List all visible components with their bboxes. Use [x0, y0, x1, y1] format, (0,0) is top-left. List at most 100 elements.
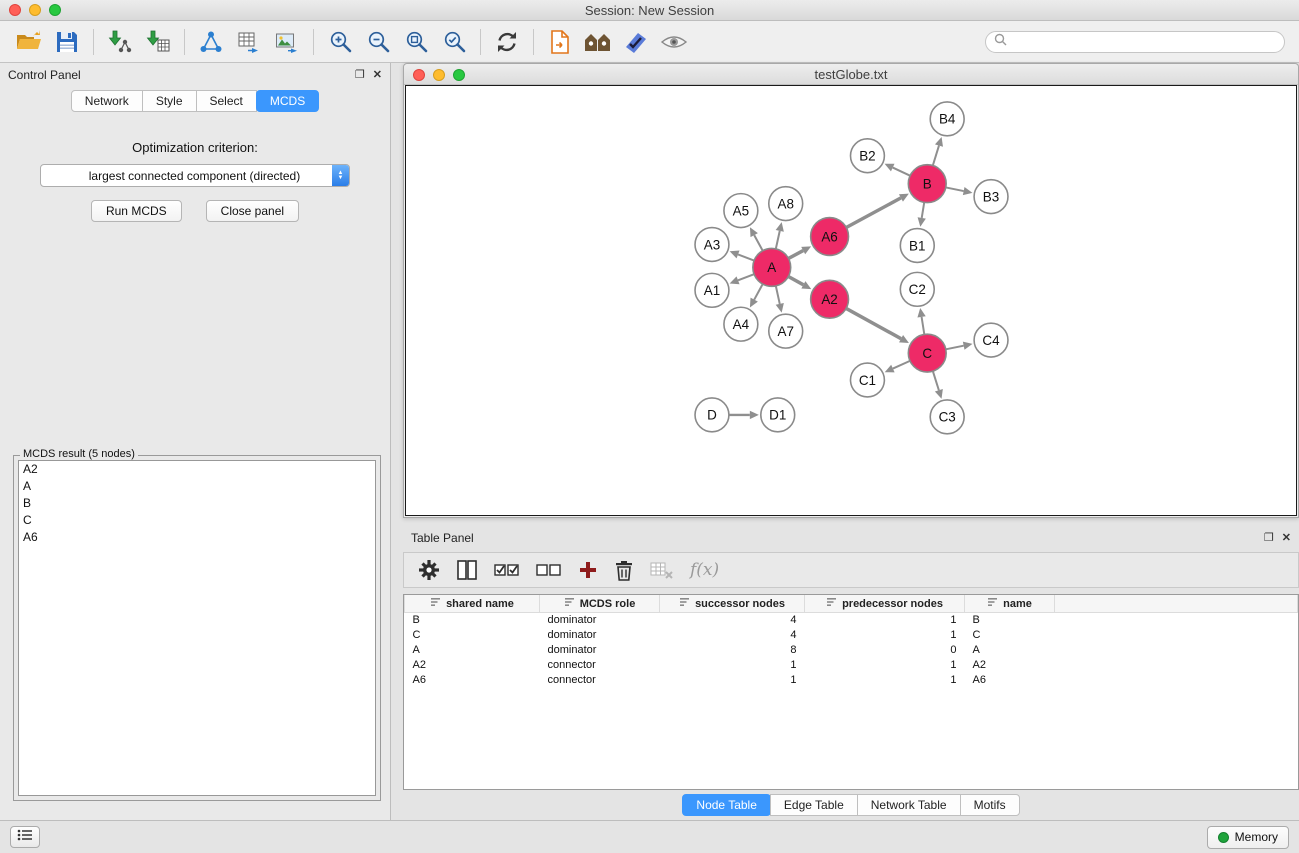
mcds-result-list[interactable]: A2ABCA6 — [18, 460, 376, 796]
node-C[interactable]: C — [908, 335, 946, 373]
node-D[interactable]: D — [695, 398, 729, 432]
import-network-icon[interactable] — [101, 25, 139, 59]
column-header-predecessor-nodes[interactable]: predecessor nodes — [805, 595, 965, 613]
table-header-row[interactable]: shared nameMCDS rolesuccessor nodesprede… — [405, 595, 1298, 613]
network-minimize-button[interactable] — [433, 69, 445, 81]
node-table-container[interactable]: shared nameMCDS rolesuccessor nodesprede… — [403, 594, 1299, 790]
table-row[interactable]: Cdominator41C — [405, 628, 1298, 643]
network-canvas[interactable]: B4B2BB3A5A8A6A3B1AA1C2A2A4A7C4CC1C3DD1 — [405, 85, 1297, 516]
zoom-selected-icon[interactable] — [435, 25, 473, 59]
column-header-successor-nodes[interactable]: successor nodes — [660, 595, 805, 613]
result-list-item[interactable]: A — [19, 478, 375, 495]
edge-B-B1[interactable] — [922, 203, 925, 219]
tab-motifs[interactable]: Motifs — [960, 794, 1020, 816]
node-B2[interactable]: B2 — [851, 139, 885, 173]
gear-icon[interactable] — [418, 559, 440, 581]
tab-select[interactable]: Select — [196, 90, 257, 112]
table-row[interactable]: A6connector11A6 — [405, 673, 1298, 688]
edge-A-A8[interactable] — [776, 231, 780, 249]
close-panel-icon[interactable]: ✕ — [373, 70, 382, 81]
node-C1[interactable]: C1 — [851, 364, 885, 398]
edge-B-B3[interactable] — [946, 188, 964, 192]
export-document-icon[interactable] — [541, 25, 579, 59]
tab-style[interactable]: Style — [142, 90, 197, 112]
home-pair-icon[interactable] — [579, 25, 617, 59]
node-B3[interactable]: B3 — [974, 180, 1008, 214]
result-list-item[interactable]: A6 — [19, 529, 375, 546]
node-A2[interactable]: A2 — [811, 281, 849, 319]
zoom-out-icon[interactable] — [359, 25, 397, 59]
close-window-button[interactable] — [9, 4, 21, 16]
export-image-icon[interactable] — [268, 25, 306, 59]
maximize-window-button[interactable] — [49, 4, 61, 16]
edge-C-C1[interactable] — [893, 361, 910, 369]
memory-button[interactable]: Memory — [1207, 826, 1289, 849]
node-B4[interactable]: B4 — [930, 102, 964, 136]
edge-A6-B[interactable] — [846, 198, 901, 228]
deselect-all-icon[interactable] — [536, 561, 562, 579]
node-A3[interactable]: A3 — [695, 228, 729, 262]
node-C3[interactable]: C3 — [930, 400, 964, 434]
close-table-panel-icon[interactable]: ✕ — [1282, 533, 1291, 544]
select-all-icon[interactable] — [494, 561, 520, 579]
edge-A-A7[interactable] — [776, 286, 780, 304]
edge-A-A2[interactable] — [788, 277, 803, 285]
node-A[interactable]: A — [753, 249, 791, 287]
network-maximize-button[interactable] — [453, 69, 465, 81]
node-A1[interactable]: A1 — [695, 274, 729, 308]
node-B1[interactable]: B1 — [900, 229, 934, 263]
node-A6[interactable]: A6 — [811, 218, 849, 256]
zoom-in-icon[interactable] — [321, 25, 359, 59]
add-icon[interactable] — [578, 560, 598, 580]
network-close-button[interactable] — [413, 69, 425, 81]
column-header-name[interactable]: name — [965, 595, 1055, 613]
edge-B-B2[interactable] — [893, 168, 910, 176]
node-A7[interactable]: A7 — [769, 315, 803, 349]
column-header-MCDS-role[interactable]: MCDS role — [540, 595, 660, 613]
eye-icon[interactable] — [655, 25, 693, 59]
edge-A-A4[interactable] — [754, 284, 763, 300]
float-table-panel-icon[interactable]: ❐ — [1264, 533, 1274, 544]
edge-A-A5[interactable] — [754, 236, 763, 252]
network-window-titlebar[interactable]: testGlobe.txt — [404, 64, 1298, 85]
tab-mcds[interactable]: MCDS — [256, 90, 319, 112]
edge-C-C3[interactable] — [933, 372, 939, 391]
node-A5[interactable]: A5 — [724, 194, 758, 228]
columns-icon[interactable] — [456, 559, 478, 581]
import-table-icon[interactable] — [139, 25, 177, 59]
tab-edge-table[interactable]: Edge Table — [770, 794, 858, 816]
node-D1[interactable]: D1 — [761, 398, 795, 432]
node-A8[interactable]: A8 — [769, 187, 803, 221]
float-panel-icon[interactable]: ❐ — [355, 70, 365, 81]
result-list-item[interactable]: A2 — [19, 461, 375, 478]
table-row[interactable]: Adominator80A — [405, 643, 1298, 658]
node-C2[interactable]: C2 — [900, 273, 934, 307]
delete-icon[interactable] — [614, 559, 634, 581]
tab-network[interactable]: Network — [71, 90, 143, 112]
tab-network-table[interactable]: Network Table — [857, 794, 961, 816]
search-input[interactable] — [1012, 35, 1276, 49]
minimize-window-button[interactable] — [29, 4, 41, 16]
new-network-icon[interactable] — [192, 25, 230, 59]
tab-node-table[interactable]: Node Table — [682, 794, 771, 816]
result-list-item[interactable]: B — [19, 495, 375, 512]
edge-C-C2[interactable] — [922, 317, 925, 335]
node-B[interactable]: B — [908, 165, 946, 203]
edge-A-A1[interactable] — [738, 275, 754, 281]
network-window-controls[interactable] — [413, 69, 465, 81]
delete-column-icon[interactable] — [650, 560, 674, 580]
edge-C-C4[interactable] — [946, 346, 964, 350]
save-icon[interactable] — [48, 25, 86, 59]
zoom-fit-icon[interactable] — [397, 25, 435, 59]
table-row[interactable]: Bdominator41B — [405, 613, 1298, 628]
task-history-button[interactable] — [10, 826, 40, 848]
open-folder-icon[interactable] — [10, 25, 48, 59]
optimization-criterion-select[interactable]: largest connected component (directed) ▲… — [40, 164, 350, 187]
edge-A2-C[interactable] — [846, 309, 901, 339]
refresh-icon[interactable] — [488, 25, 526, 59]
node-A4[interactable]: A4 — [724, 308, 758, 342]
new-table-icon[interactable] — [230, 25, 268, 59]
wand-check-icon[interactable] — [617, 25, 655, 59]
window-controls[interactable] — [9, 4, 61, 16]
edge-A-A6[interactable] — [788, 251, 803, 259]
